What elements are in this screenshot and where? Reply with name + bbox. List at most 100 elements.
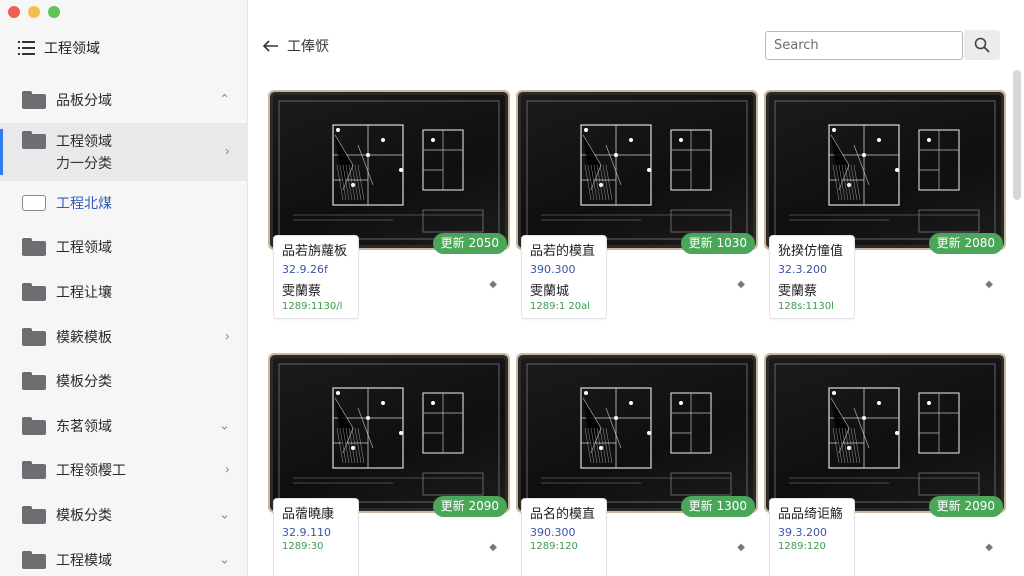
sidebar-header: 工程领域 <box>18 38 100 58</box>
card-name: 品若的模直 <box>530 244 596 259</box>
sidebar-item[interactable]: 模簌模板 › <box>0 314 248 359</box>
card-thumbnail[interactable] <box>273 358 505 508</box>
card-price: 32.9.26f <box>282 263 328 276</box>
blueprint-image <box>774 363 996 503</box>
pin-icon[interactable]: ◆ <box>489 279 497 290</box>
search-input[interactable] <box>765 31 963 60</box>
list-icon[interactable] <box>18 40 36 56</box>
update-badge: 更新 1030 <box>680 233 755 254</box>
update-badge: 更新 2090 <box>928 496 1003 517</box>
sidebar-item[interactable]: 工程领樱工 › <box>0 448 248 493</box>
sidebar-item-label: 东茗领域 <box>56 418 112 435</box>
template-card[interactable]: 狁揆仿憧值 32.3.200 雯蘭蔡 128s:1130l 更新 2080 ◆ <box>769 95 1003 335</box>
blueprint-image <box>526 363 748 503</box>
main-content: 工俸恹 品若旃蘿板32.9.26f雯蘭蔡1289:1130/l更新 2050◆品… <box>249 0 1024 576</box>
template-card[interactable]: 品若的模直 390.300 雯蘭城 1289:1 20al 更新 1030 ◆ <box>521 95 755 335</box>
card-thumbnail[interactable] <box>521 358 753 508</box>
folder-icon <box>22 372 46 391</box>
sidebar-item-label: 模板分类 <box>56 374 112 391</box>
folder-icon <box>22 506 46 525</box>
sidebar-item-label: 工程领樱工 <box>56 463 126 480</box>
card-name: 品蓿曉康 <box>282 507 335 522</box>
card-code: 1289:120 <box>530 541 578 552</box>
card-label: 雯蘭城 <box>530 284 570 299</box>
chevron-down-icon[interactable]: ⌄ <box>219 552 230 567</box>
card-code: 1289:1130/l <box>282 301 343 312</box>
card-code: 1289:30 <box>282 541 324 552</box>
sidebar-item[interactable]: 模板分类 <box>0 359 248 404</box>
card-info: 品若的模直 390.300 雯蘭城 1289:1 20al <box>521 235 607 319</box>
sidebar: 工程领域 品板分域 ⌃ 工程领域 力一分类 › 工程北煤 工程领域 工程让壤 模簌模板 › 模板分类… <box>0 0 248 576</box>
pin-icon[interactable]: ◆ <box>489 542 497 553</box>
folder-icon <box>22 416 46 435</box>
card-info: 狁揆仿憧值 32.3.200 雯蘭蔡 128s:1130l <box>769 235 855 319</box>
folder-icon <box>22 550 46 569</box>
window-controls <box>8 6 60 18</box>
folder-icon <box>22 283 46 302</box>
card-thumbnail[interactable] <box>273 95 505 245</box>
zoom-window-button[interactable] <box>48 6 60 18</box>
scrollbar-thumb[interactable] <box>1013 70 1021 200</box>
blueprint-image <box>526 100 748 240</box>
card-info: 品若旃蘿板 32.9.26f 雯蘭蔡 1289:1130/l <box>273 235 359 319</box>
back-label: 工俸恹 <box>287 39 329 55</box>
template-card[interactable]: 品品绮讵觞 39.3.200 1289:120 更新 2090 ◆ <box>769 358 1003 576</box>
folder-icon <box>22 130 46 149</box>
template-card[interactable]: 品名的模直 390.300 1289:120 更新 1300 ◆ <box>521 358 755 576</box>
pin-icon[interactable]: ◆ <box>737 542 745 553</box>
pin-icon[interactable]: ◆ <box>985 542 993 553</box>
card-label: 雯蘭蔡 <box>778 284 818 299</box>
minimize-window-button[interactable] <box>28 6 40 18</box>
folder-icon <box>22 327 46 346</box>
card-info: 品品绮讵觞 39.3.200 1289:120 <box>769 498 855 576</box>
sidebar-item-label: 品板分域 <box>56 93 112 110</box>
sidebar-item[interactable]: 工程让壤 <box>0 270 248 315</box>
card-label: 雯蘭蔡 <box>282 284 322 299</box>
card-name: 品名的模直 <box>530 507 596 522</box>
sidebar-item[interactable]: 品板分域 ⌃ <box>0 78 248 123</box>
arrow-left-icon <box>263 40 278 52</box>
close-window-button[interactable] <box>8 6 20 18</box>
template-card[interactable]: 品若旃蘿板 32.9.26f 雯蘭蔡 1289:1130/l 更新 2050 ◆ <box>273 95 507 335</box>
chevron-down-icon[interactable]: ⌄ <box>219 508 230 523</box>
sidebar-item-label: 工程北煤 <box>56 195 112 212</box>
sidebar-item[interactable]: 工程领域力一分类 › <box>0 122 248 181</box>
update-badge: 更新 2090 <box>432 496 507 517</box>
pin-icon[interactable]: ◆ <box>737 279 745 290</box>
back-button[interactable]: 工俸恹 <box>263 36 329 56</box>
folder-icon <box>22 461 46 480</box>
sidebar-item-label: 工程领域 <box>56 133 112 150</box>
chevron-right-icon[interactable]: › <box>225 463 230 478</box>
sidebar-item[interactable]: 工程北煤 <box>0 181 248 226</box>
pin-icon[interactable]: ◆ <box>985 279 993 290</box>
card-name: 狁揆仿憧值 <box>778 244 844 259</box>
blueprint-image <box>278 100 500 240</box>
search-button[interactable] <box>964 30 1000 60</box>
template-card[interactable]: 品蓿曉康 32.9.110 1289:30 更新 2090 ◆ <box>273 358 507 576</box>
card-thumbnail[interactable] <box>769 358 1001 508</box>
sidebar-item-label: 工程领域 <box>56 240 112 257</box>
sidebar-item-label: 模板分类 <box>56 508 112 525</box>
card-thumbnail[interactable] <box>769 95 1001 245</box>
folder-icon <box>22 238 46 257</box>
card-price: 32.3.200 <box>778 263 827 276</box>
card-info: 品蓿曉康 32.9.110 1289:30 <box>273 498 359 576</box>
chevron-up-icon[interactable]: ⌃ <box>219 93 230 108</box>
chevron-right-icon[interactable]: › <box>225 144 230 159</box>
sidebar-item-label: 工程模域 <box>56 552 112 569</box>
card-price: 39.3.200 <box>778 526 827 539</box>
sidebar-list: 品板分域 ⌃ 工程领域 力一分类 › 工程北煤 工程领域 工程让壤 模簌模板 › 模板分类 东茗领域 ⌄… <box>0 78 248 576</box>
sidebar-item[interactable]: 工程领域 <box>0 225 248 270</box>
update-badge: 更新 2080 <box>928 233 1003 254</box>
card-thumbnail[interactable] <box>521 95 753 245</box>
sidebar-item-sublabel: 力一分类 <box>56 155 112 172</box>
sidebar-item-label: 模簌模板 <box>56 329 112 346</box>
sidebar-item[interactable]: 工程模域 ⌄ <box>0 537 248 576</box>
card-code: 1289:1 20al <box>530 301 590 312</box>
chevron-right-icon[interactable]: › <box>225 329 230 344</box>
app-window: 工程领域 品板分域 ⌃ 工程领域 力一分类 › 工程北煤 工程领域 工程让壤 模簌模板 › 模板分类… <box>0 0 1024 576</box>
sidebar-item-label: 工程让壤 <box>56 285 112 302</box>
sidebar-item[interactable]: 模板分类 ⌄ <box>0 493 248 538</box>
chevron-down-icon[interactable]: ⌄ <box>219 418 230 433</box>
sidebar-item[interactable]: 东茗领域 ⌄ <box>0 404 248 449</box>
